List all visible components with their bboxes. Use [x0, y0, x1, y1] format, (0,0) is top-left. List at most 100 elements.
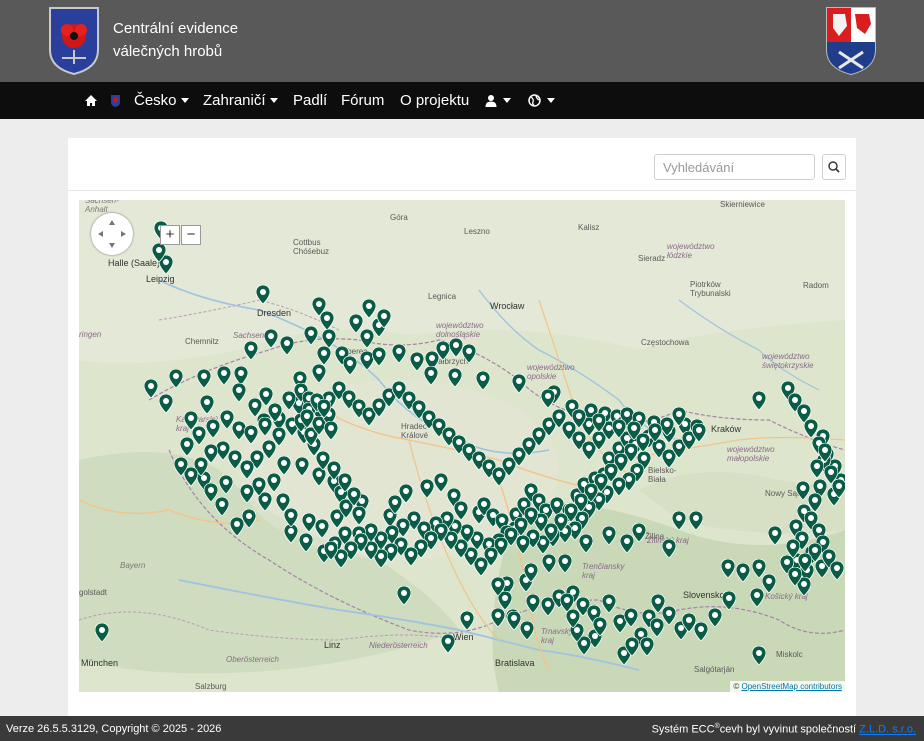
map-marker-icon[interactable]	[460, 611, 474, 630]
map-marker-icon[interactable]	[810, 459, 824, 478]
map-marker-icon[interactable]	[436, 341, 450, 360]
map-marker-icon[interactable]	[219, 475, 233, 494]
map-marker-icon[interactable]	[204, 483, 218, 502]
map-marker-icon[interactable]	[228, 450, 242, 469]
map-marker-icon[interactable]	[174, 457, 188, 476]
map-marker-icon[interactable]	[276, 493, 290, 512]
map-marker-icon[interactable]	[267, 473, 281, 492]
map-marker-icon[interactable]	[768, 526, 782, 545]
map-marker-icon[interactable]	[197, 369, 211, 388]
map-marker-icon[interactable]	[491, 577, 505, 596]
map-marker-icon[interactable]	[752, 646, 766, 665]
map-marker-icon[interactable]	[830, 561, 844, 580]
map-marker-icon[interactable]	[264, 329, 278, 348]
language-menu[interactable]	[528, 82, 555, 119]
map-marker-icon[interactable]	[268, 403, 282, 422]
map-marker-icon[interactable]	[317, 346, 331, 365]
map-marker-icon[interactable]	[592, 413, 606, 432]
map-marker-icon[interactable]	[230, 517, 244, 536]
map-marker-icon[interactable]	[152, 243, 166, 262]
map-marker-icon[interactable]	[392, 344, 406, 363]
map-marker-icon[interactable]	[300, 409, 314, 428]
map-marker-icon[interactable]	[377, 309, 391, 328]
map-marker-icon[interactable]	[362, 299, 376, 318]
search-input[interactable]	[654, 154, 815, 180]
map-marker-icon[interactable]	[624, 608, 638, 627]
map-marker-icon[interactable]	[558, 554, 572, 573]
home-icon[interactable]	[84, 82, 98, 119]
map-marker-icon[interactable]	[295, 457, 309, 476]
map-marker-icon[interactable]	[752, 391, 766, 410]
nav-padli[interactable]: Padlí	[293, 82, 327, 119]
map-marker-icon[interactable]	[312, 364, 326, 383]
map-marker-icon[interactable]	[612, 419, 626, 438]
osm-attribution-link[interactable]: OpenStreetMap contributors	[742, 682, 843, 691]
map-marker-icon[interactable]	[159, 394, 173, 413]
map-marker-icon[interactable]	[796, 481, 810, 500]
map-marker-icon[interactable]	[593, 617, 607, 636]
nav-forum[interactable]: Fórum	[341, 82, 384, 119]
map-marker-icon[interactable]	[560, 593, 574, 612]
map-marker-icon[interactable]	[200, 395, 214, 414]
map-marker-icon[interactable]	[462, 344, 476, 363]
map-marker-icon[interactable]	[721, 559, 735, 578]
map-marker-icon[interactable]	[360, 329, 374, 348]
shield-icon[interactable]	[110, 82, 121, 119]
nav-o-projektu[interactable]: O projektu	[400, 82, 469, 119]
map-marker-icon[interactable]	[262, 440, 276, 459]
map-marker-icon[interactable]	[660, 417, 674, 436]
map-marker-icon[interactable]	[625, 637, 639, 656]
zoom-in-button[interactable]: +	[160, 225, 180, 245]
map-marker-icon[interactable]	[410, 352, 424, 371]
map-marker-icon[interactable]	[244, 425, 258, 444]
site-logo[interactable]	[48, 6, 100, 76]
map-marker-icon[interactable]	[524, 563, 538, 582]
map-marker-icon[interactable]	[672, 511, 686, 530]
map-marker-icon[interactable]	[192, 426, 206, 445]
map-marker-icon[interactable]	[441, 634, 455, 653]
map-marker-icon[interactable]	[602, 526, 616, 545]
user-menu[interactable]	[485, 82, 511, 119]
map-marker-icon[interactable]	[651, 594, 665, 613]
map-marker-icon[interactable]	[324, 541, 338, 560]
map-marker-icon[interactable]	[420, 479, 434, 498]
map-marker-icon[interactable]	[206, 419, 220, 438]
map-marker-icon[interactable]	[602, 594, 616, 613]
map-marker-icon[interactable]	[454, 501, 468, 520]
map-marker-icon[interactable]	[277, 456, 291, 475]
map-marker-icon[interactable]	[708, 608, 722, 627]
map-marker-icon[interactable]	[832, 479, 845, 498]
map-marker-icon[interactable]	[648, 423, 662, 442]
map-marker-icon[interactable]	[299, 533, 313, 552]
search-button[interactable]	[822, 154, 846, 180]
map-marker-icon[interactable]	[256, 285, 270, 304]
map-marker-icon[interactable]	[526, 594, 540, 613]
map-marker-icon[interactable]	[788, 567, 802, 586]
map-marker-icon[interactable]	[786, 539, 800, 558]
map-marker-icon[interactable]	[317, 399, 331, 418]
nav-cesko[interactable]: Česko	[134, 82, 189, 119]
map-marker-icon[interactable]	[476, 371, 490, 390]
map-marker-icon[interactable]	[144, 379, 158, 398]
map-marker-icon[interactable]	[304, 326, 318, 345]
map-marker-icon[interactable]	[315, 519, 329, 538]
map-marker-icon[interactable]	[672, 407, 686, 426]
map-marker-icon[interactable]	[302, 513, 316, 532]
map-marker-icon[interactable]	[762, 574, 776, 593]
map-marker-icon[interactable]	[736, 563, 750, 582]
map-marker-icon[interactable]	[449, 338, 463, 357]
map-marker-icon[interactable]	[343, 356, 357, 375]
map-marker-icon[interactable]	[244, 341, 258, 360]
map-marker-icon[interactable]	[512, 374, 526, 393]
map-marker-icon[interactable]	[434, 473, 448, 492]
map-marker-icon[interactable]	[240, 460, 254, 479]
map-marker-icon[interactable]	[232, 383, 246, 402]
map-marker-icon[interactable]	[692, 423, 706, 442]
pan-control[interactable]	[91, 213, 133, 255]
company-link[interactable]: Z.L.D. s.r.o.	[859, 724, 916, 736]
map-marker-icon[interactable]	[217, 366, 231, 385]
nav-zahranici[interactable]: Zahraničí	[203, 82, 278, 119]
zoom-out-button[interactable]: −	[181, 225, 201, 245]
map-marker-icon[interactable]	[520, 621, 534, 640]
map-marker-icon[interactable]	[372, 347, 386, 366]
